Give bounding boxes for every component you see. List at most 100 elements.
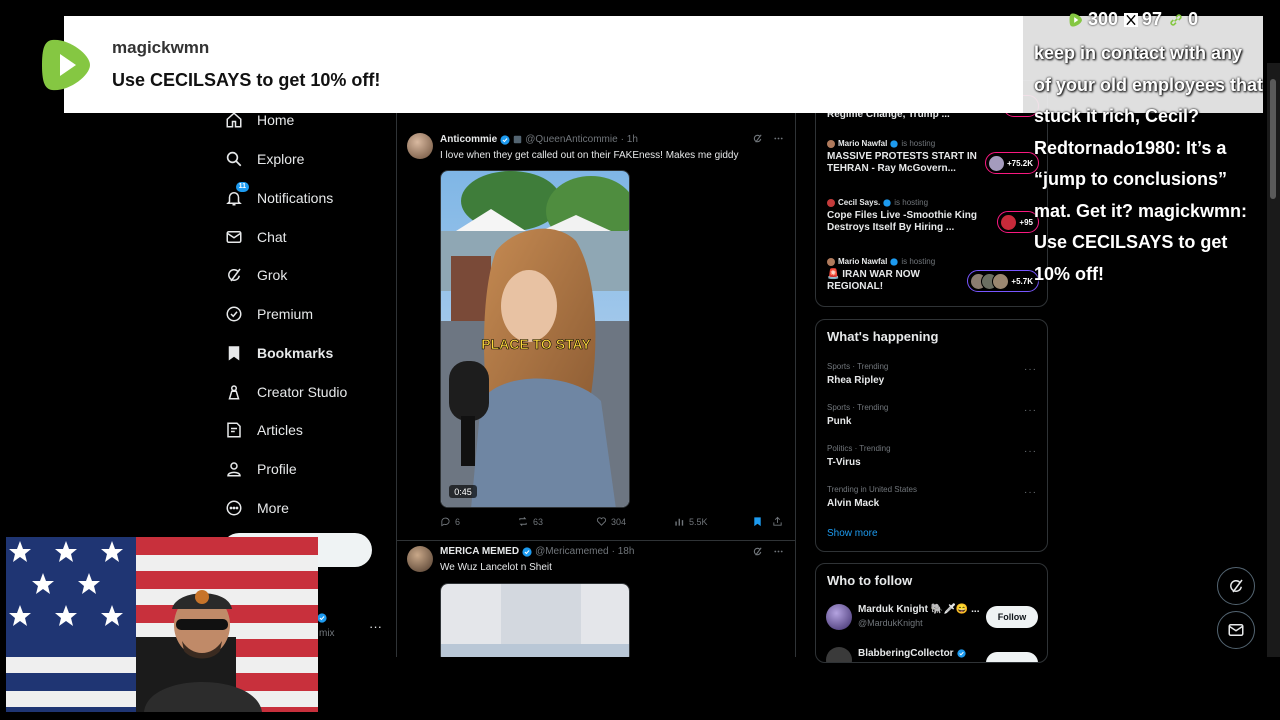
- follow-user-name[interactable]: BlabberingCollector: [858, 648, 966, 659]
- avatar[interactable]: [407, 546, 433, 572]
- chat-highlight-banner: [64, 16, 1023, 113]
- video-caption: PLACE TO STAY: [481, 336, 591, 352]
- banner-message: Use CECILSAYS to get 10% off!: [112, 70, 381, 90]
- bell-icon: 11: [222, 182, 249, 210]
- more-icon[interactable]: [773, 133, 784, 144]
- x-viewers: 97: [1124, 9, 1162, 30]
- reply-button[interactable]: 6: [440, 516, 460, 527]
- mail-icon: [222, 225, 246, 249]
- link-icon: [1168, 12, 1184, 28]
- grok-icon[interactable]: [752, 133, 763, 144]
- views-button[interactable]: 5.5K: [674, 516, 708, 527]
- nav-bookmarks[interactable]: Bookmarks: [222, 338, 333, 368]
- space-item[interactable]: Mario Nawfal is hosting 🚨 IRAN WAR NOW R…: [827, 257, 1039, 293]
- search-icon: [222, 147, 246, 171]
- tweet-author-name[interactable]: Anticommie: [440, 134, 497, 145]
- like-count: 304: [611, 516, 627, 527]
- more-icon[interactable]: ···: [1024, 487, 1037, 498]
- who-to-follow-card: Who to follow Marduk Knight 🐘🗡😄 ... @Mar…: [815, 563, 1048, 663]
- space-item[interactable]: Cecil Says. is hosting Cope Files Live -…: [827, 198, 1039, 234]
- tweet-time[interactable]: · 18h: [612, 546, 635, 557]
- premium-icon: [222, 302, 246, 326]
- tweet-video[interactable]: PLACE TO STAY 0:45: [440, 170, 630, 508]
- trend-category: Sports · Trending: [827, 403, 889, 412]
- trend-item[interactable]: Trending in United States Alvin Mack ···: [827, 485, 1037, 509]
- more-icon[interactable]: [773, 546, 784, 557]
- nav-label: Home: [257, 112, 295, 128]
- tweet-author-handle[interactable]: @QueenAnticommie: [525, 134, 617, 145]
- more-icon[interactable]: ···: [1024, 405, 1037, 416]
- banner-username: magickwmn: [112, 38, 210, 57]
- follow-button[interactable]: Follow: [986, 606, 1038, 628]
- nav-more[interactable]: More: [222, 493, 289, 523]
- scrollbar-thumb[interactable]: [1270, 79, 1276, 199]
- tweet-video[interactable]: [440, 583, 630, 657]
- like-button[interactable]: 304: [596, 516, 626, 527]
- space-listeners: +5.7K: [967, 270, 1039, 292]
- account-menu-button[interactable]: ···: [369, 619, 382, 634]
- space-item[interactable]: Mario Nawfal is hosting MASSIVE PROTESTS…: [827, 139, 1039, 175]
- share-button[interactable]: [772, 516, 783, 527]
- grok-icon[interactable]: [752, 546, 763, 557]
- views-icon: [674, 516, 685, 527]
- creator-studio-icon: [222, 380, 246, 404]
- grok-floating-button[interactable]: [1217, 567, 1255, 605]
- verified-badge-icon: [890, 139, 899, 148]
- space-title: 🚨 IRAN WAR NOW REGIONAL!: [827, 269, 920, 292]
- space-listeners: +75.2K: [984, 152, 1039, 174]
- nav-label: Chat: [257, 229, 287, 245]
- video-duration: 0:45: [454, 487, 472, 497]
- verified-badge-icon: [883, 198, 891, 207]
- trend-item[interactable]: Sports · Trending Punk ···: [827, 403, 1037, 427]
- space-listeners: +95: [997, 211, 1039, 233]
- trend-name: Punk: [827, 416, 852, 427]
- avatar[interactable]: [826, 604, 852, 630]
- repost-button[interactable]: 63: [517, 516, 543, 527]
- nav-profile[interactable]: Profile: [222, 454, 297, 484]
- nav-articles[interactable]: Articles: [222, 415, 303, 445]
- listener-count: +5.7K: [1011, 276, 1033, 286]
- trend-category: Sports · Trending: [827, 362, 889, 371]
- repost-count: 63: [533, 516, 544, 527]
- trend-item[interactable]: Politics · Trending T-Virus ···: [827, 444, 1037, 468]
- listener-count: +75.2K: [1006, 158, 1033, 168]
- trend-name: Rhea Ripley: [827, 375, 885, 386]
- stream-stats: 300 97 0: [1068, 9, 1198, 30]
- avatar[interactable]: [826, 647, 852, 662]
- person-icon: [222, 457, 246, 481]
- tweet-time[interactable]: · 1h: [621, 134, 638, 145]
- tweet-text: I love when they get called out on their…: [440, 150, 739, 161]
- x-logo-icon: [1124, 12, 1139, 27]
- bookmark-icon: [752, 516, 763, 527]
- trend-category: Trending in United States: [827, 485, 917, 494]
- grok-icon: [222, 263, 246, 287]
- page-scrollbar[interactable]: [1267, 63, 1280, 657]
- bookmark-button[interactable]: [752, 516, 763, 527]
- nav-label: Notifications: [257, 190, 334, 206]
- follow-user-name[interactable]: Marduk Knight 🐘🗡😄 ...: [858, 604, 979, 615]
- more-icon[interactable]: ···: [1024, 364, 1037, 375]
- show-more-link[interactable]: Show more: [827, 528, 878, 539]
- messages-floating-button[interactable]: [1217, 611, 1255, 649]
- nav-grok[interactable]: Grok: [222, 260, 287, 290]
- articles-icon: [222, 418, 246, 442]
- rumble-icon: [1068, 12, 1084, 28]
- card-title: What's happening: [827, 329, 939, 344]
- nav-label: Creator Studio: [257, 384, 348, 400]
- nav-label: Premium: [257, 306, 314, 322]
- tweet-author-handle[interactable]: @Mericamemed: [535, 546, 609, 557]
- trend-item[interactable]: Sports · Trending Rhea Ripley ···: [827, 362, 1037, 386]
- nav-explore[interactable]: Explore: [222, 144, 304, 174]
- tweet-divider: [397, 540, 795, 541]
- tweet-author-name[interactable]: MERICA MEMED: [440, 546, 519, 557]
- bookmark-icon: [222, 341, 246, 365]
- avatar[interactable]: [407, 133, 433, 159]
- follow-button[interactable]: [986, 652, 1038, 662]
- more-icon[interactable]: ···: [1024, 446, 1037, 457]
- trend-category: Politics · Trending: [827, 444, 891, 453]
- nav-premium[interactable]: Premium: [222, 299, 313, 329]
- nav-chat[interactable]: Chat: [222, 222, 287, 252]
- nav-notifications[interactable]: 11 Notifications: [222, 182, 334, 213]
- nav-creator-studio[interactable]: Creator Studio: [222, 377, 347, 407]
- space-host: Mario Nawfal is hosting: [827, 139, 1039, 148]
